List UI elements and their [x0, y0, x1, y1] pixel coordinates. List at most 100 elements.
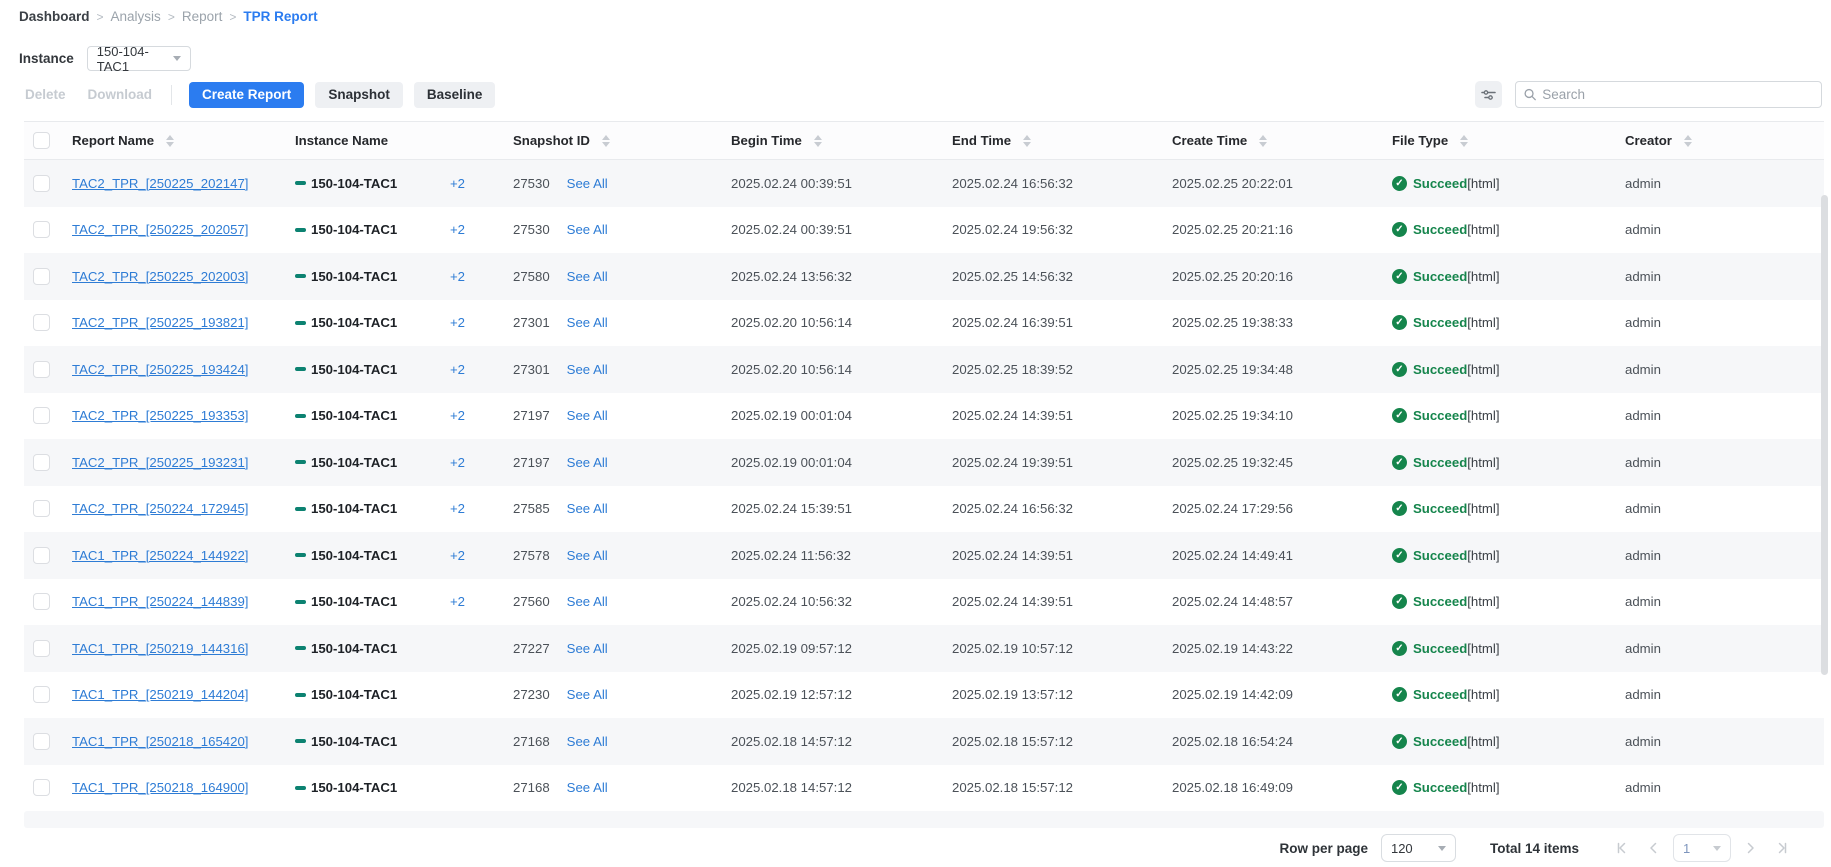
report-name-link[interactable]: TAC2_TPR_[250225_193353]	[72, 408, 248, 423]
report-name-link[interactable]: TAC2_TPR_[250225_193424]	[72, 362, 248, 377]
row-checkbox[interactable]	[33, 779, 50, 796]
see-all-link[interactable]: See All	[567, 501, 608, 516]
report-name-link[interactable]: TAC2_TPR_[250224_172945]	[72, 501, 248, 516]
snapshot-id-cell: 27560 See All	[513, 594, 731, 609]
report-name-link[interactable]: TAC2_TPR_[250225_202003]	[72, 269, 248, 284]
previous-page-button[interactable]	[1642, 837, 1664, 859]
snapshot-button[interactable]: Snapshot	[315, 82, 403, 108]
row-checkbox[interactable]	[33, 500, 50, 517]
sort-icon[interactable]	[814, 135, 822, 147]
report-name-link[interactable]: TAC1_TPR_[250219_144204]	[72, 687, 248, 702]
file-type-cell: ✓ Succeed [html]	[1392, 269, 1625, 284]
row-checkbox[interactable]	[33, 314, 50, 331]
first-page-button[interactable]	[1611, 837, 1633, 859]
table-header-cell[interactable]: File Type	[1392, 133, 1625, 148]
see-all-link[interactable]: See All	[567, 222, 608, 237]
last-page-button[interactable]	[1771, 837, 1793, 859]
sort-icon[interactable]	[1460, 135, 1468, 147]
sort-icon[interactable]	[1684, 135, 1692, 147]
instance-label: Instance	[19, 51, 74, 66]
see-all-link[interactable]: See All	[567, 687, 608, 702]
breadcrumb-item-dashboard[interactable]: Dashboard	[19, 9, 90, 24]
more-instances-link[interactable]: +2	[450, 269, 465, 284]
more-instances-link[interactable]: +2	[450, 455, 465, 470]
sort-icon[interactable]	[1023, 135, 1031, 147]
row-checkbox[interactable]	[33, 268, 50, 285]
more-instances-link[interactable]: +2	[450, 362, 465, 377]
create-time-cell: 2025.02.25 19:34:48	[1172, 362, 1392, 377]
see-all-link[interactable]: See All	[567, 734, 608, 749]
breadcrumb-item-report[interactable]: Report	[182, 9, 223, 24]
baseline-button[interactable]: Baseline	[414, 82, 496, 108]
delete-button[interactable]: Delete	[25, 87, 66, 102]
row-checkbox[interactable]	[33, 547, 50, 564]
vertical-scrollbar-thumb[interactable]	[1821, 195, 1828, 675]
more-instances-link[interactable]: +2	[450, 594, 465, 609]
breadcrumb-item-analysis[interactable]: Analysis	[111, 9, 161, 24]
row-checkbox[interactable]	[33, 640, 50, 657]
instance-name-cell: 150-104-TAC1 +2	[295, 176, 513, 191]
table-header-cell[interactable]: End Time	[952, 133, 1172, 148]
see-all-link[interactable]: See All	[567, 315, 608, 330]
table-header-cell[interactable]: Instance Name	[295, 133, 513, 148]
more-instances-link[interactable]: +2	[450, 176, 465, 191]
file-status: Succeed	[1413, 269, 1467, 284]
create-report-button[interactable]: Create Report	[189, 82, 304, 108]
table-header-cell[interactable]: Creator	[1625, 133, 1824, 148]
row-checkbox[interactable]	[33, 175, 50, 192]
more-instances-link[interactable]: +2	[450, 315, 465, 330]
report-name-cell: TAC1_TPR_[250219_144316]	[72, 641, 295, 656]
sort-icon[interactable]	[602, 135, 610, 147]
search-box[interactable]	[1515, 81, 1822, 108]
report-name-link[interactable]: TAC2_TPR_[250225_202057]	[72, 222, 248, 237]
search-input[interactable]	[1542, 87, 1813, 102]
horizontal-scrollbar-track[interactable]	[24, 811, 1824, 828]
row-checkbox[interactable]	[33, 733, 50, 750]
report-name-link[interactable]: TAC1_TPR_[250224_144922]	[72, 548, 248, 563]
report-name-link[interactable]: TAC2_TPR_[250225_193821]	[72, 315, 248, 330]
next-page-button[interactable]	[1740, 837, 1762, 859]
see-all-link[interactable]: See All	[567, 780, 608, 795]
more-instances-link[interactable]: +2	[450, 501, 465, 516]
row-checkbox[interactable]	[33, 407, 50, 424]
instance-select[interactable]: 150-104-TAC1	[87, 46, 191, 71]
table-header-cell[interactable]: Create Time	[1172, 133, 1392, 148]
select-all-checkbox[interactable]	[33, 132, 50, 149]
table-header-cell[interactable]: Begin Time	[731, 133, 952, 148]
row-checkbox[interactable]	[33, 454, 50, 471]
see-all-link[interactable]: See All	[567, 548, 608, 563]
creator-cell: admin	[1625, 687, 1824, 702]
file-extension: [html]	[1467, 176, 1499, 191]
rows-per-page-select[interactable]: 120	[1381, 834, 1456, 862]
see-all-link[interactable]: See All	[567, 408, 608, 423]
sort-icon[interactable]	[1259, 135, 1267, 147]
report-name-link[interactable]: TAC2_TPR_[250225_202147]	[72, 176, 248, 191]
more-instances-link[interactable]: +2	[450, 548, 465, 563]
report-name-link[interactable]: TAC1_TPR_[250218_165420]	[72, 734, 248, 749]
see-all-link[interactable]: See All	[567, 641, 608, 656]
report-name-link[interactable]: TAC1_TPR_[250224_144839]	[72, 594, 248, 609]
see-all-link[interactable]: See All	[567, 594, 608, 609]
filter-button[interactable]	[1475, 81, 1502, 108]
more-instances-link[interactable]: +2	[450, 222, 465, 237]
creator-cell: admin	[1625, 548, 1824, 563]
see-all-link[interactable]: See All	[567, 455, 608, 470]
sort-icon[interactable]	[166, 135, 174, 147]
row-checkbox[interactable]	[33, 361, 50, 378]
breadcrumb-separator: >	[229, 10, 236, 24]
table-header-cell[interactable]: Snapshot ID	[513, 133, 731, 148]
report-name-link[interactable]: TAC2_TPR_[250225_193231]	[72, 455, 248, 470]
row-checkbox[interactable]	[33, 593, 50, 610]
report-name-link[interactable]: TAC1_TPR_[250219_144316]	[72, 641, 248, 656]
row-checkbox[interactable]	[33, 221, 50, 238]
report-name-link[interactable]: TAC1_TPR_[250218_164900]	[72, 780, 248, 795]
download-button[interactable]: Download	[88, 87, 153, 102]
see-all-link[interactable]: See All	[567, 362, 608, 377]
see-all-link[interactable]: See All	[567, 269, 608, 284]
row-checkbox[interactable]	[33, 686, 50, 703]
table-header-cell[interactable]: Report Name	[72, 133, 295, 148]
see-all-link[interactable]: See All	[567, 176, 608, 191]
snapshot-id-cell: 27578 See All	[513, 548, 731, 563]
more-instances-link[interactable]: +2	[450, 408, 465, 423]
current-page-select[interactable]: 1	[1673, 834, 1731, 862]
